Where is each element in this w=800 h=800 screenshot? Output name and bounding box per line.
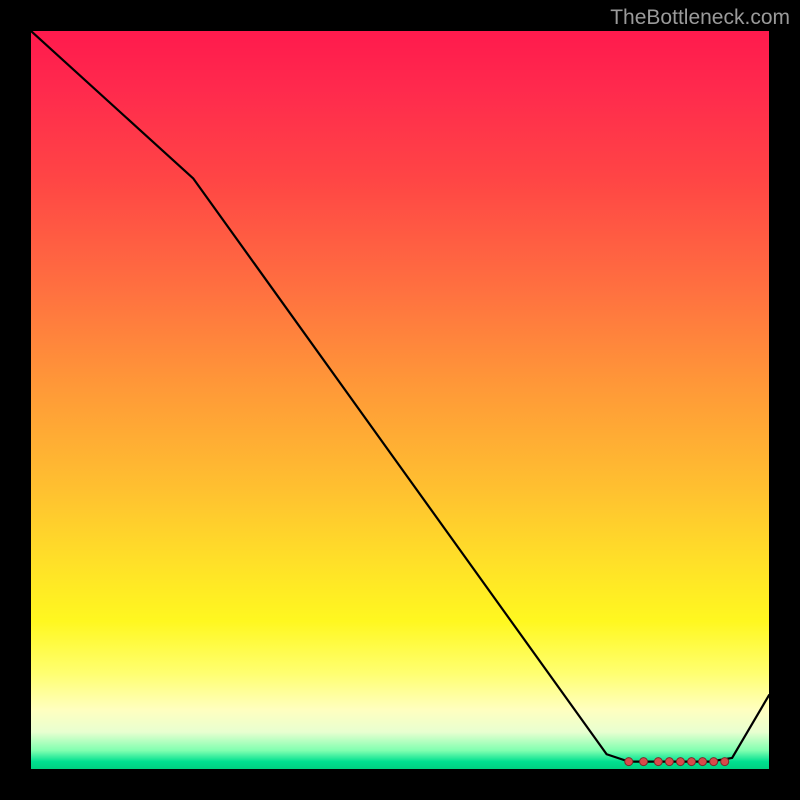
plot-area: [31, 31, 769, 769]
data-marker: [688, 758, 696, 766]
data-marker: [640, 758, 648, 766]
data-line: [31, 31, 769, 762]
chart-frame: TheBottleneck.com: [0, 0, 800, 800]
data-marker: [699, 758, 707, 766]
data-marker: [721, 758, 729, 766]
watermark-text: TheBottleneck.com: [610, 6, 790, 30]
data-markers: [625, 758, 729, 766]
data-marker: [710, 758, 718, 766]
chart-svg: [31, 31, 769, 769]
data-marker: [665, 758, 673, 766]
data-marker: [625, 758, 633, 766]
data-marker: [654, 758, 662, 766]
data-marker: [676, 758, 684, 766]
